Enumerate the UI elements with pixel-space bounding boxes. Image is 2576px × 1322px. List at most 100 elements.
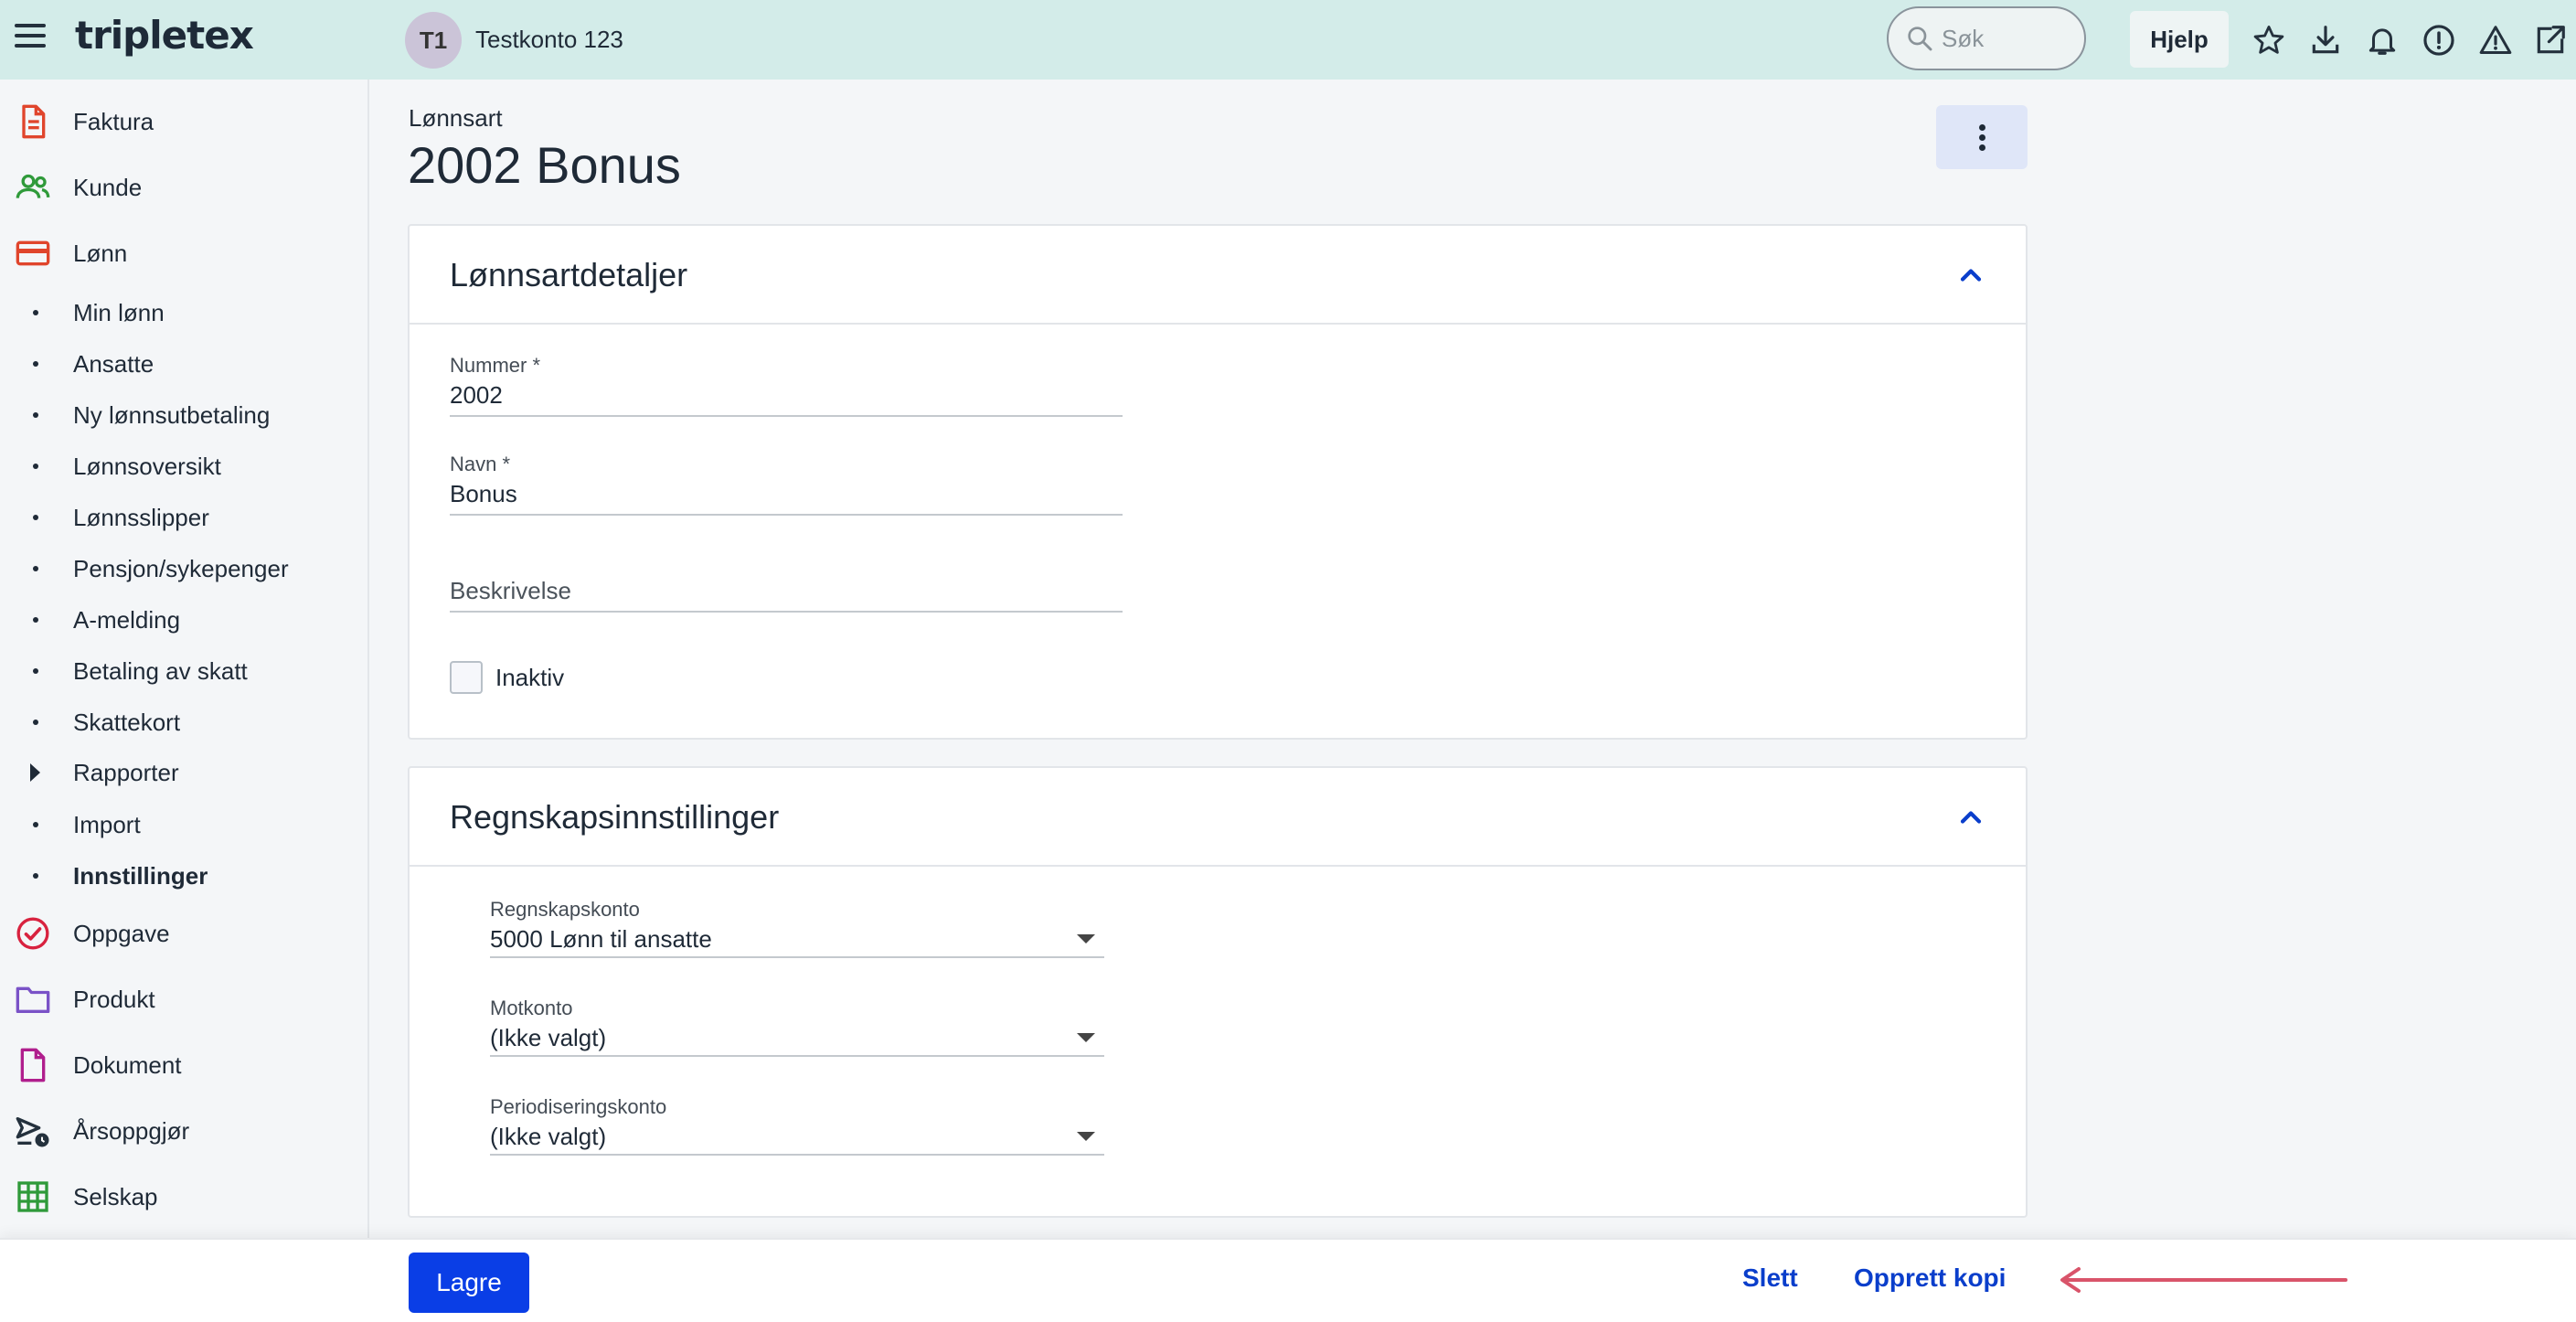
star-icon[interactable] bbox=[2249, 20, 2289, 60]
sidebar-item-label: Oppgave bbox=[73, 919, 170, 947]
details-card: Lønnsartdetaljer Nummer * Navn * Inaktiv bbox=[408, 224, 2028, 740]
alert-circle-icon[interactable] bbox=[2419, 20, 2459, 60]
sidebar-subitem-rapporter[interactable]: Rapporter bbox=[0, 750, 369, 795]
help-button[interactable]: Hjelp bbox=[2130, 11, 2229, 68]
accrual-account-dropdown[interactable]: (Ikke valgt) bbox=[490, 1119, 1104, 1156]
counter-account-value: (Ikke valgt) bbox=[490, 1024, 607, 1051]
sidebar-item-label: Faktura bbox=[73, 107, 154, 135]
accounting-account-label: Regnskapskonto bbox=[490, 898, 640, 921]
task-check-icon bbox=[15, 915, 51, 952]
save-button[interactable]: Lagre bbox=[409, 1253, 529, 1313]
sidebar-subitem-innstillinger[interactable]: Innstillinger bbox=[0, 853, 369, 899]
sidebar-subitem-lonnsoversikt[interactable]: Lønnsoversikt bbox=[0, 443, 369, 489]
description-input[interactable] bbox=[450, 573, 1123, 613]
sidebar-subitem-label: Rapporter bbox=[73, 758, 179, 786]
name-input[interactable] bbox=[450, 476, 1123, 516]
sidebar-subitem-label: Ansatte bbox=[73, 349, 154, 378]
bell-icon[interactable] bbox=[2362, 20, 2402, 60]
bullet bbox=[33, 515, 38, 520]
sidebar-subitem-ny-lonnsutbetaling[interactable]: Ny lønnsutbetaling bbox=[0, 392, 369, 438]
bullet bbox=[33, 361, 38, 367]
create-copy-button[interactable]: Opprett kopi bbox=[1854, 1263, 2006, 1293]
sidebar-subitem-lonnsslipper[interactable]: Lønnsslipper bbox=[0, 495, 369, 540]
accounting-card-header: Regnskapsinnstillinger bbox=[410, 768, 2026, 867]
inactive-label: Inaktiv bbox=[495, 663, 565, 691]
external-link-icon[interactable] bbox=[2530, 20, 2571, 60]
sidebar-subitem-label: Min lønn bbox=[73, 298, 165, 326]
sidebar-subitem-label: Betaling av skatt bbox=[73, 656, 248, 685]
account-avatar[interactable]: T1 bbox=[405, 12, 462, 69]
name-field: Navn * bbox=[450, 453, 1123, 516]
bullet bbox=[33, 566, 38, 571]
sidebar-subitem-label: Import bbox=[73, 810, 141, 838]
number-field: Nummer * bbox=[450, 354, 1123, 417]
accrual-account-value: (Ikke valgt) bbox=[490, 1123, 607, 1150]
bullet bbox=[33, 412, 38, 418]
sidebar-item-selskap[interactable]: Selskap bbox=[0, 1169, 369, 1224]
chevron-up-icon[interactable] bbox=[1954, 259, 1987, 292]
year-end-icon bbox=[15, 1113, 51, 1149]
page-title: 2002 Bonus bbox=[408, 136, 681, 194]
more-options-button[interactable] bbox=[1936, 105, 2028, 169]
sidebar-item-dokument[interactable]: Dokument bbox=[0, 1038, 369, 1093]
sidebar-subitem-pensjon[interactable]: Pensjon/sykepenger bbox=[0, 546, 369, 592]
description-field bbox=[450, 573, 1123, 613]
sidebar-subitem-a-melding[interactable]: A-melding bbox=[0, 597, 369, 643]
sidebar-item-lonn[interactable]: Lønn bbox=[0, 226, 369, 281]
sidebar-item-label: Produkt bbox=[73, 985, 155, 1013]
sidebar-item-arsoppgjor[interactable]: Årsoppgjør bbox=[0, 1103, 369, 1158]
accounting-account-value: 5000 Lønn til ansatte bbox=[490, 925, 712, 953]
sidebar-item-oppgave[interactable]: Oppgave bbox=[0, 906, 369, 961]
dropdown-arrow-icon bbox=[1077, 934, 1095, 944]
payroll-card-icon bbox=[15, 235, 51, 272]
dropdown-arrow-icon bbox=[1077, 1033, 1095, 1042]
sidebar-subitem-min-lonn[interactable]: Min lønn bbox=[0, 290, 369, 336]
document-icon bbox=[15, 1047, 51, 1083]
sidebar-item-produkt[interactable]: Produkt bbox=[0, 972, 369, 1027]
number-input[interactable] bbox=[450, 378, 1123, 417]
menu-icon[interactable] bbox=[15, 24, 46, 55]
top-bar: tripletex T1 Testkonto 123 Hjelp bbox=[0, 0, 2576, 80]
sidebar-item-faktura[interactable]: Faktura bbox=[0, 94, 369, 149]
logo[interactable]: tripletex bbox=[75, 13, 254, 58]
account-name[interactable]: Testkonto 123 bbox=[475, 26, 623, 54]
sidebar-subitem-label: A-melding bbox=[73, 605, 181, 634]
sidebar-item-kunde[interactable]: Kunde bbox=[0, 160, 369, 215]
bullet bbox=[33, 720, 38, 725]
more-vertical-icon bbox=[1978, 123, 1985, 131]
name-label: Navn * bbox=[450, 453, 511, 475]
sidebar-item-label: Lønn bbox=[73, 239, 128, 267]
details-card-title: Lønnsartdetaljer bbox=[450, 256, 688, 293]
action-footer: Lagre Slett Opprett kopi bbox=[0, 1238, 2576, 1322]
number-label: Nummer * bbox=[450, 354, 541, 377]
bullet bbox=[33, 464, 38, 469]
sidebar-subitem-label: Lønnsslipper bbox=[73, 503, 209, 531]
accounting-account-dropdown[interactable]: 5000 Lønn til ansatte bbox=[490, 922, 1104, 958]
bullet bbox=[33, 822, 38, 827]
bullet bbox=[33, 873, 38, 879]
sidebar-subitem-import[interactable]: Import bbox=[0, 802, 369, 848]
sidebar-subitem-betaling-av-skatt[interactable]: Betaling av skatt bbox=[0, 648, 369, 694]
download-icon[interactable] bbox=[2305, 20, 2346, 60]
accounting-card-title: Regnskapsinnstillinger bbox=[450, 798, 780, 836]
accounting-account-select: Regnskapskonto 5000 Lønn til ansatte bbox=[490, 898, 1104, 958]
search-input[interactable] bbox=[1942, 24, 2070, 53]
chevron-up-icon[interactable] bbox=[1954, 801, 1987, 834]
sidebar-subitem-label: Skattekort bbox=[73, 708, 181, 736]
warning-icon[interactable] bbox=[2475, 20, 2516, 60]
customers-icon bbox=[15, 169, 51, 206]
invoice-icon bbox=[15, 103, 51, 140]
accounting-card: Regnskapsinnstillinger Regnskapskonto 50… bbox=[408, 766, 2028, 1218]
details-card-header: Lønnsartdetaljer bbox=[410, 226, 2026, 325]
delete-button[interactable]: Slett bbox=[1742, 1263, 1798, 1293]
counter-account-dropdown[interactable]: (Ikke valgt) bbox=[490, 1020, 1104, 1057]
inactive-checkbox[interactable] bbox=[450, 661, 483, 694]
sidebar-subitem-skattekort[interactable]: Skattekort bbox=[0, 699, 369, 745]
sidebar-subitem-ansatte[interactable]: Ansatte bbox=[0, 341, 369, 387]
inactive-checkbox-row[interactable]: Inaktiv bbox=[450, 661, 564, 694]
bullet bbox=[33, 310, 38, 315]
sidebar-subitem-label: Lønnsoversikt bbox=[73, 452, 221, 480]
accrual-account-label: Periodiseringskonto bbox=[490, 1095, 667, 1118]
sidebar-item-label: Årsoppgjør bbox=[73, 1116, 190, 1145]
search-box[interactable] bbox=[1887, 6, 2086, 70]
